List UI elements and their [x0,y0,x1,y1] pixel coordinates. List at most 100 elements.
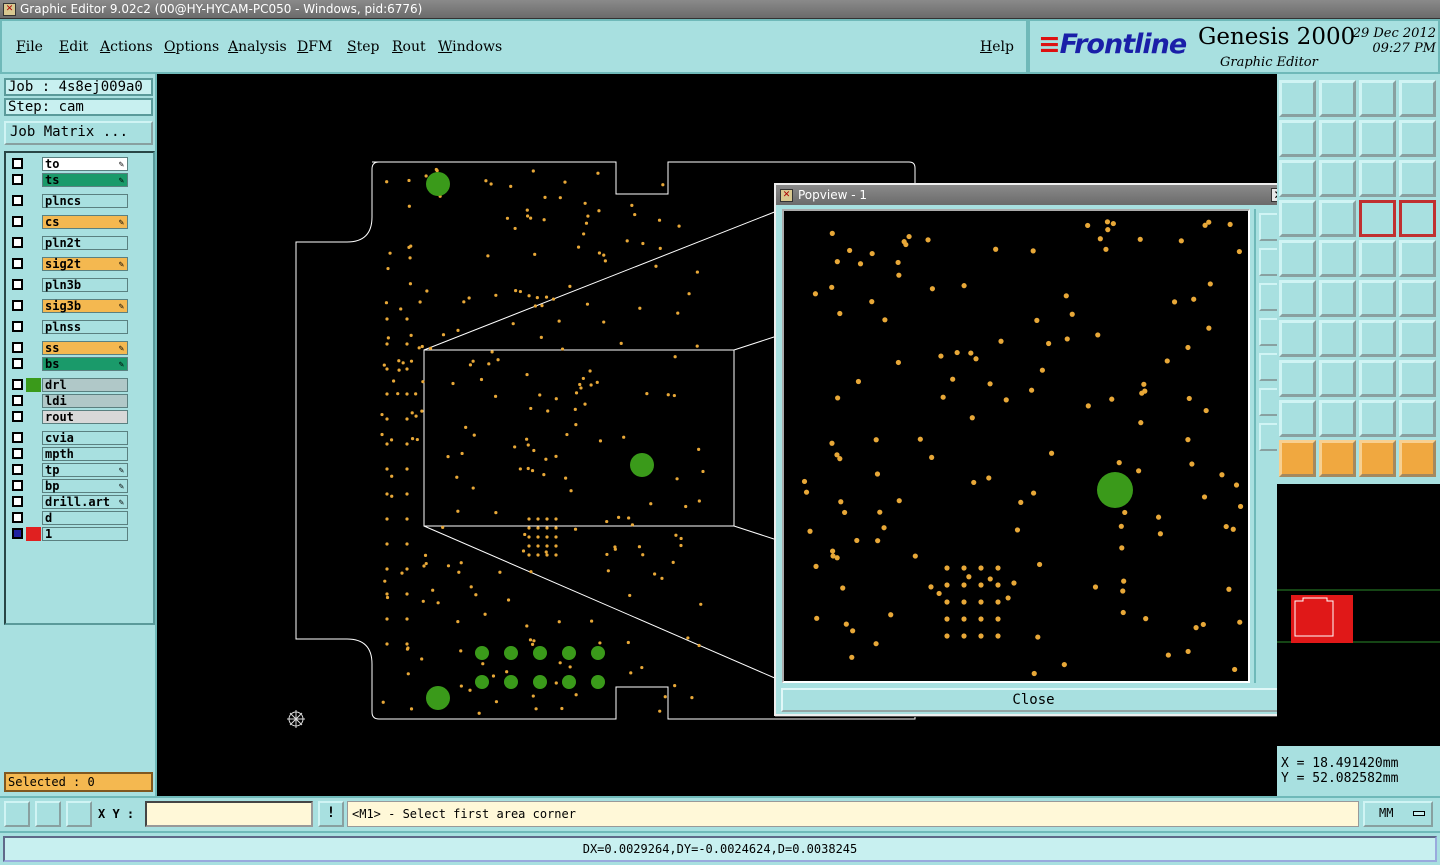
snap-icon[interactable] [35,801,61,827]
popview-canvas[interactable] [782,209,1250,683]
config-tool-icon[interactable] [1279,200,1316,237]
layer-checkbox[interactable] [12,216,23,227]
grid-icon[interactable] [66,801,92,827]
measure-box-tool-icon[interactable] [1359,360,1396,397]
layer-row-d[interactable]: d [8,511,128,525]
feature-edit-tool-icon[interactable] [1399,320,1436,357]
zoom-in-tool-icon[interactable] [1279,80,1316,117]
units-select[interactable]: MM [1363,801,1433,827]
net-b-tool-icon[interactable] [1399,200,1436,237]
scale-tool-icon[interactable] [1359,120,1396,157]
move-tool-icon[interactable] [1279,360,1316,397]
menu-step[interactable]: Step [347,39,379,55]
group-tool-icon[interactable] [1399,360,1436,397]
layer-checkbox[interactable] [12,158,23,169]
layer-row-sig3b[interactable]: sig3b ✎ [8,299,128,313]
grid-tool-icon[interactable] [1319,200,1356,237]
sort-tool-icon[interactable] [1399,120,1436,157]
layer-row-bp[interactable]: bp ✎ [8,479,128,493]
layer-row-to[interactable]: to ✎ [8,157,128,171]
dot-target-tool-icon[interactable] [1399,240,1436,277]
cut-tool-icon[interactable] [1319,360,1356,397]
route-b-tool-icon[interactable] [1399,280,1436,317]
ratio-tool-icon[interactable] [1359,160,1396,197]
menu-actions[interactable]: Actions [100,39,153,55]
layer-checkbox[interactable] [12,379,23,390]
pick-circle-tool-icon[interactable] [1359,440,1396,477]
menu-dfm[interactable]: DFM [297,39,332,55]
menu-rout[interactable]: Rout [392,39,426,55]
ruler-tool-icon[interactable] [1359,240,1396,277]
route-a-tool-icon[interactable] [1359,280,1396,317]
layer-row-tp[interactable]: tp ✎ [8,463,128,477]
connect-tool-icon[interactable] [1279,280,1316,317]
layer-row-drill-art[interactable]: drill.art ✎ [8,495,128,509]
layer-checkbox[interactable] [12,300,23,311]
layer-checkbox[interactable] [12,321,23,332]
layer-row-ldi[interactable]: ldi [8,394,128,408]
menu-file[interactable]: File [16,39,43,55]
trace-d-tool-icon[interactable] [1399,400,1436,437]
layer-row-rout[interactable]: rout [8,410,128,424]
layer-checkbox[interactable] [12,480,23,491]
layer-checkbox[interactable] [12,496,23,507]
menu-help[interactable]: Help [980,39,1014,55]
fit-all-tool-icon[interactable] [1279,160,1316,197]
fit-center-tool-icon[interactable] [1319,160,1356,197]
popview-titlebar[interactable]: ✕ Popview - 1 ✕ [776,185,1290,205]
layer-row-drl[interactable]: drl [8,378,128,392]
measure-line-tool-icon[interactable] [1319,240,1356,277]
layer-checkbox[interactable] [12,448,23,459]
layer-row-cvia[interactable]: cvia [8,431,128,445]
layer-checkbox[interactable] [12,174,23,185]
pick-net-tool-icon[interactable] [1399,440,1436,477]
layer-row-cs[interactable]: cs ✎ [8,215,128,229]
window-split-tool-icon[interactable] [1399,80,1436,117]
layer-row-plncs[interactable]: plncs [8,194,128,208]
layer-checkbox[interactable] [12,528,23,539]
pan-right-tool-icon[interactable] [1319,120,1356,157]
layer-checkbox[interactable] [12,464,23,475]
help-tool-icon[interactable] [1399,160,1436,197]
layer-row-pln3b[interactable]: pln3b [8,278,128,292]
layer-row-plnss[interactable]: plnss [8,320,128,334]
layer-row-pln2t[interactable]: pln2t [8,236,128,250]
layer-checkbox[interactable] [12,411,23,422]
xy-input[interactable] [145,801,313,827]
trace-c-tool-icon[interactable] [1359,400,1396,437]
warning-button[interactable]: ! [318,801,344,827]
layer-checkbox[interactable] [12,258,23,269]
draw-line-tool-icon[interactable] [1279,320,1316,357]
arc-tool-icon[interactable] [1359,320,1396,357]
trace-a-tool-icon[interactable] [1279,400,1316,437]
layer-checkbox[interactable] [12,195,23,206]
home-tool-icon[interactable] [1359,80,1396,117]
job-matrix-button[interactable]: Job Matrix ... [4,121,153,145]
menu-edit[interactable]: Edit [59,39,88,55]
layer-checkbox[interactable] [12,237,23,248]
pick-box-tool-icon[interactable] [1319,440,1356,477]
trace-b-tool-icon[interactable] [1319,400,1356,437]
menu-windows[interactable]: Windows [438,39,502,55]
cross-tool-icon[interactable] [1319,280,1356,317]
net-a-tool-icon[interactable] [1359,200,1396,237]
menu-options[interactable]: Options [164,39,219,55]
popview-close-button[interactable]: Close [781,688,1286,712]
angle-line-tool-icon[interactable] [1319,320,1356,357]
layer-checkbox[interactable] [12,432,23,443]
layer-row-1[interactable]: 1 [8,527,128,541]
layer-checkbox[interactable] [12,342,23,353]
layer-checkbox[interactable] [12,512,23,523]
select-pad-tool-icon[interactable] [1279,240,1316,277]
layer-row-ss[interactable]: ss ✎ [8,341,128,355]
menu-analysis[interactable]: Analysis [228,39,287,55]
layer-row-bs[interactable]: bs ✎ [8,357,128,371]
layer-row-ts[interactable]: ts ✎ [8,173,128,187]
pick-arrow-tool-icon[interactable] [1279,440,1316,477]
pan-left-tool-icon[interactable] [1279,120,1316,157]
layer-checkbox[interactable] [12,395,23,406]
layer-checkbox[interactable] [12,279,23,290]
measure-icon[interactable] [4,801,30,827]
layer-row-mpth[interactable]: mpth [8,447,128,461]
zoom-out-tool-icon[interactable] [1319,80,1356,117]
